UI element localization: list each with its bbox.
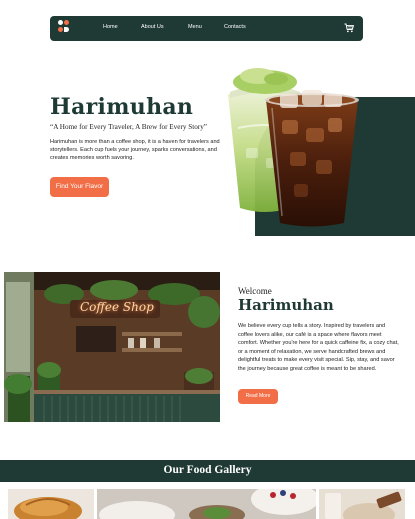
iced-coffee-image xyxy=(265,90,359,227)
read-more-button[interactable]: Read More xyxy=(238,389,278,404)
hero-title: Harimuhan xyxy=(50,94,194,120)
nav-contacts-link[interactable]: Contacts xyxy=(224,24,246,30)
gallery-title: Our Food Gallery xyxy=(163,464,252,476)
welcome-title: Harimuhan xyxy=(238,296,334,314)
gallery-image-coffee[interactable] xyxy=(319,489,405,519)
hero-description: Harimuhan is more than a coffee shop, it… xyxy=(50,139,220,162)
nav-home-link[interactable]: Home xyxy=(103,24,118,30)
hero-tagline: “A Home for Every Traveler, A Brew for E… xyxy=(50,123,207,131)
gallery-image-croissant[interactable] xyxy=(8,489,94,519)
cart-icon[interactable] xyxy=(344,23,354,33)
welcome-label: Welcome xyxy=(238,286,272,296)
coffee-shop-neon-sign: Coffee Shop xyxy=(80,300,154,314)
nav-about-link[interactable]: About Us xyxy=(141,24,164,30)
welcome-description: We believe every cup tells a story. Insp… xyxy=(238,323,399,372)
coffee-shop-image: Coffee Shop xyxy=(4,272,220,422)
navbar: Home About Us Menu Contacts xyxy=(50,16,363,41)
nav-menu-link[interactable]: Menu xyxy=(188,24,202,30)
gallery-image-dishes[interactable] xyxy=(97,489,316,519)
find-your-flavor-button[interactable]: Find Your Flavor xyxy=(50,177,109,197)
brand-logo[interactable] xyxy=(58,20,70,37)
